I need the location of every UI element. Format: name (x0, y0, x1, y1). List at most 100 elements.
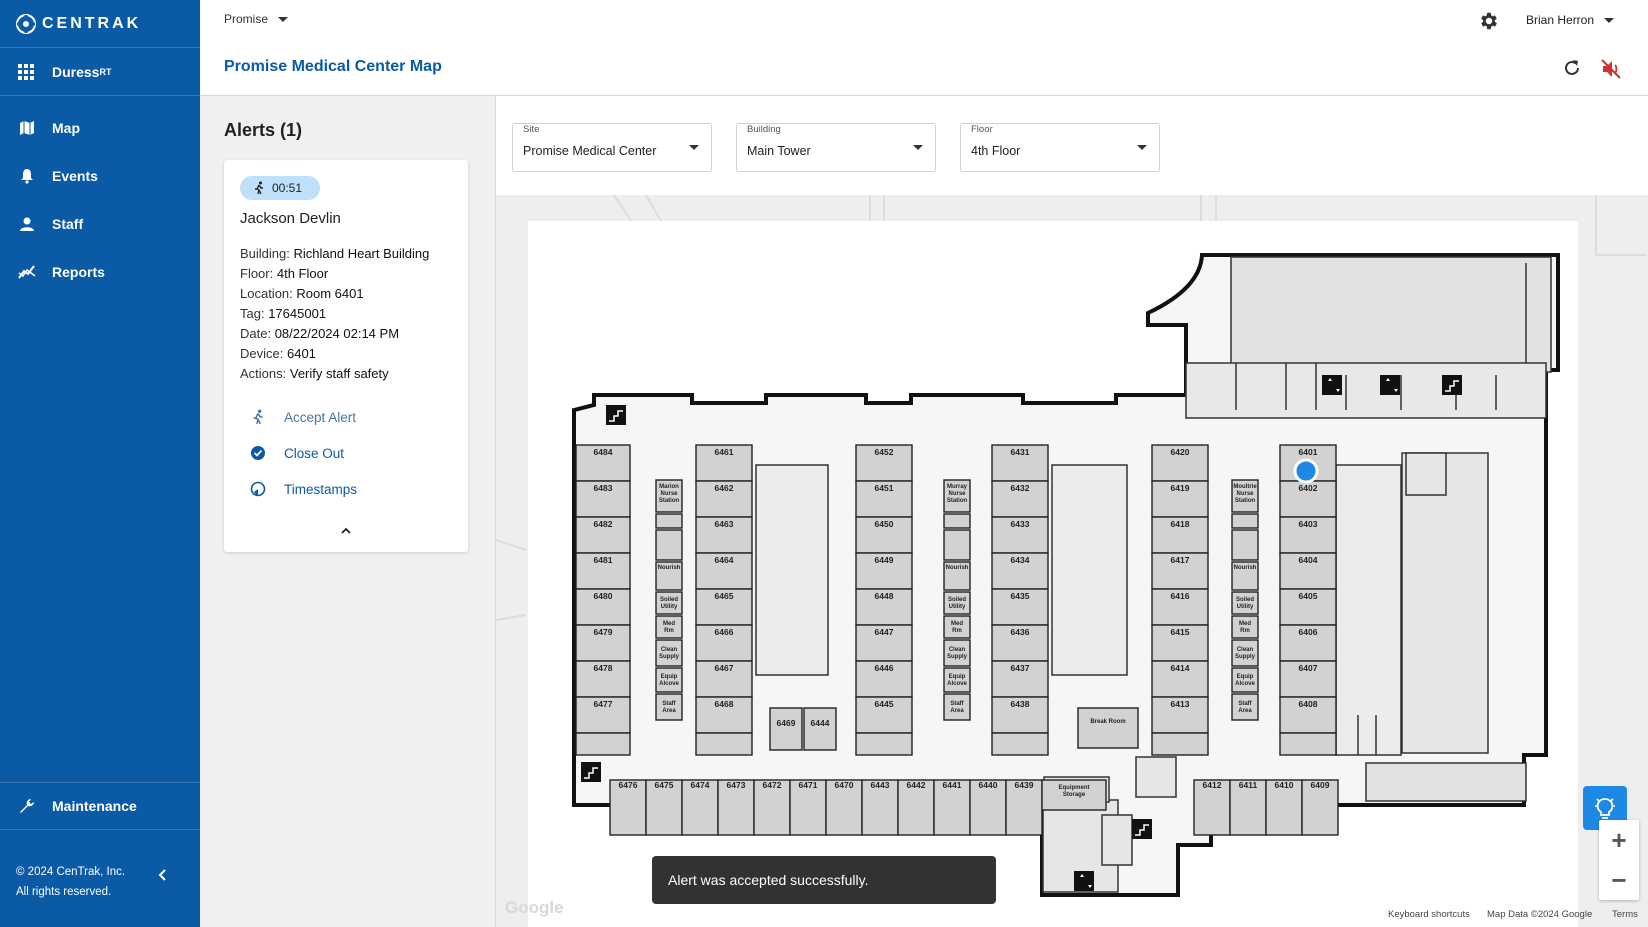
moultrie-med-room (1231, 615, 1259, 639)
site-filter[interactable]: Site Promise Medical Center (512, 123, 712, 172)
room-label-6479: 6479 (594, 627, 613, 637)
nav-item-map[interactable]: Map (0, 104, 200, 152)
timestamps-button[interactable]: Timestamps (250, 478, 357, 500)
keyboard-shortcuts-link[interactable]: Keyboard shortcuts (1388, 909, 1470, 920)
room-label-6435: 6435 (1011, 591, 1030, 601)
nav-label-reports: Reports (52, 264, 105, 280)
alcove-label: Alcove (1235, 681, 1255, 687)
alert-person-name: Jackson Devlin (240, 210, 341, 227)
gear-icon[interactable] (1478, 10, 1500, 32)
moultrie-station-line2: Nurse (1236, 491, 1254, 497)
map-icon (18, 119, 36, 137)
copyright: © 2024 CenTrak, Inc. All rights reserved… (16, 862, 125, 902)
room-label-6470: 6470 (835, 780, 854, 790)
equip-label: Equip (1237, 674, 1254, 680)
marion-soiled-utility (655, 591, 683, 615)
room-label-6402: 6402 (1299, 483, 1318, 493)
room-label-6436: 6436 (1011, 627, 1030, 637)
corridor-room (943, 529, 971, 561)
chart-line-icon (18, 263, 36, 281)
lightbulb-icon (1595, 798, 1615, 819)
chevron-up-icon[interactable] (340, 525, 352, 537)
room-label-6461: 6461 (715, 447, 734, 457)
utility-label: Utility (1237, 604, 1254, 610)
copyright-line1: © 2024 CenTrak, Inc. (16, 866, 126, 878)
building-filter[interactable]: Building Main Tower (736, 123, 936, 172)
nav-item-staff[interactable]: Staff (0, 200, 200, 248)
app-superscript: RT (99, 66, 112, 77)
zoom-in-button[interactable]: + (1599, 820, 1639, 860)
room-label-6446: 6446 (875, 663, 894, 673)
site-selector-value: Promise (224, 12, 269, 26)
room-6444 (803, 707, 837, 751)
accept-alert-button[interactable]: Accept Alert (250, 406, 356, 428)
murray-station-line3: Station (947, 498, 968, 504)
corridor-room (655, 529, 683, 561)
room-label-6417: 6417 (1171, 555, 1190, 565)
equip-label: Equip (661, 674, 678, 680)
elevator-icon (1322, 375, 1342, 395)
room-label-6452: 6452 (875, 447, 894, 457)
alerts-panel: Alerts (1) 00:51 Jackson Devlin Building… (200, 96, 496, 927)
room-label-6431: 6431 (1011, 447, 1030, 457)
moultrie-soiled-utility (1231, 591, 1259, 615)
page-title: Promise Medical Center Map (224, 58, 442, 75)
room-label-6464: 6464 (715, 555, 734, 565)
site-selector[interactable]: Promise (224, 12, 289, 26)
staff-tag-marker[interactable] (1293, 458, 1319, 484)
med-label: Med (951, 621, 963, 627)
room-label-6476: 6476 (619, 780, 638, 790)
room-label-6468: 6468 (715, 699, 734, 709)
room-label-6419: 6419 (1171, 483, 1190, 493)
room-label-6443: 6443 (871, 780, 890, 790)
app-switcher[interactable]: Duress RT (0, 48, 200, 96)
marion-station-line3: Station (659, 498, 680, 504)
murray-clean-supply (943, 639, 971, 667)
marion-staff-area (655, 693, 683, 721)
nav-label-events: Events (52, 168, 98, 184)
room-label-6418: 6418 (1171, 519, 1190, 529)
nav-item-maintenance[interactable]: Maintenance (0, 782, 200, 830)
murray-soiled-utility (943, 591, 971, 615)
alert-timer-badge: 00:51 (240, 176, 320, 200)
moultrie-station-line3: Station (1235, 498, 1256, 504)
room-label-6480: 6480 (594, 591, 613, 601)
nav-item-events[interactable]: Events (0, 152, 200, 200)
floor-filter-label: Floor (971, 124, 993, 135)
room-label-6439: 6439 (1015, 780, 1034, 790)
room-label-6406: 6406 (1299, 627, 1318, 637)
user-menu[interactable]: Brian Herron (1526, 13, 1615, 27)
storage-label: Storage (1063, 792, 1086, 798)
moultrie-equip-alcove (1231, 667, 1259, 693)
close-out-button[interactable]: Close Out (250, 442, 344, 464)
floor-map[interactable]: 6484 6483 6482 6481 6480 6479 6478 6477 6461 6462… (496, 195, 1648, 927)
room-label-6475: 6475 (655, 780, 674, 790)
clean-label: Clean (661, 647, 678, 653)
room-label-6409: 6409 (1311, 780, 1330, 790)
marion-station-line1: Marion (659, 484, 679, 490)
bell-icon (18, 167, 36, 185)
nav-item-reports[interactable]: Reports (0, 248, 200, 296)
room-label-6448: 6448 (875, 591, 894, 601)
room-6469 (769, 707, 803, 751)
room-label-6451: 6451 (875, 483, 894, 493)
detail-actions: Actions: Verify staff safety (240, 366, 389, 381)
corridor-room (1231, 529, 1259, 561)
volume-off-icon[interactable] (1600, 58, 1622, 80)
room-label-6478: 6478 (594, 663, 613, 673)
zoom-controls: + − (1599, 820, 1639, 900)
refresh-icon[interactable] (1562, 58, 1582, 78)
rm-label: Rm (664, 628, 674, 634)
caret-down-icon (1137, 145, 1147, 150)
room-label-6465: 6465 (715, 591, 734, 601)
floor-filter[interactable]: Floor 4th Floor (960, 123, 1160, 172)
room-label-6432: 6432 (1011, 483, 1030, 493)
chevron-left-icon[interactable] (156, 868, 170, 882)
room-label-6416: 6416 (1171, 591, 1190, 601)
room-label-6483: 6483 (594, 483, 613, 493)
terms-link[interactable]: Terms (1612, 909, 1638, 920)
sidebar: CENTRAK Duress RT Map Events Staff Repor… (0, 0, 200, 927)
room-extra (1151, 732, 1209, 756)
zoom-out-button[interactable]: − (1599, 860, 1639, 900)
clean-label: Clean (949, 647, 966, 653)
